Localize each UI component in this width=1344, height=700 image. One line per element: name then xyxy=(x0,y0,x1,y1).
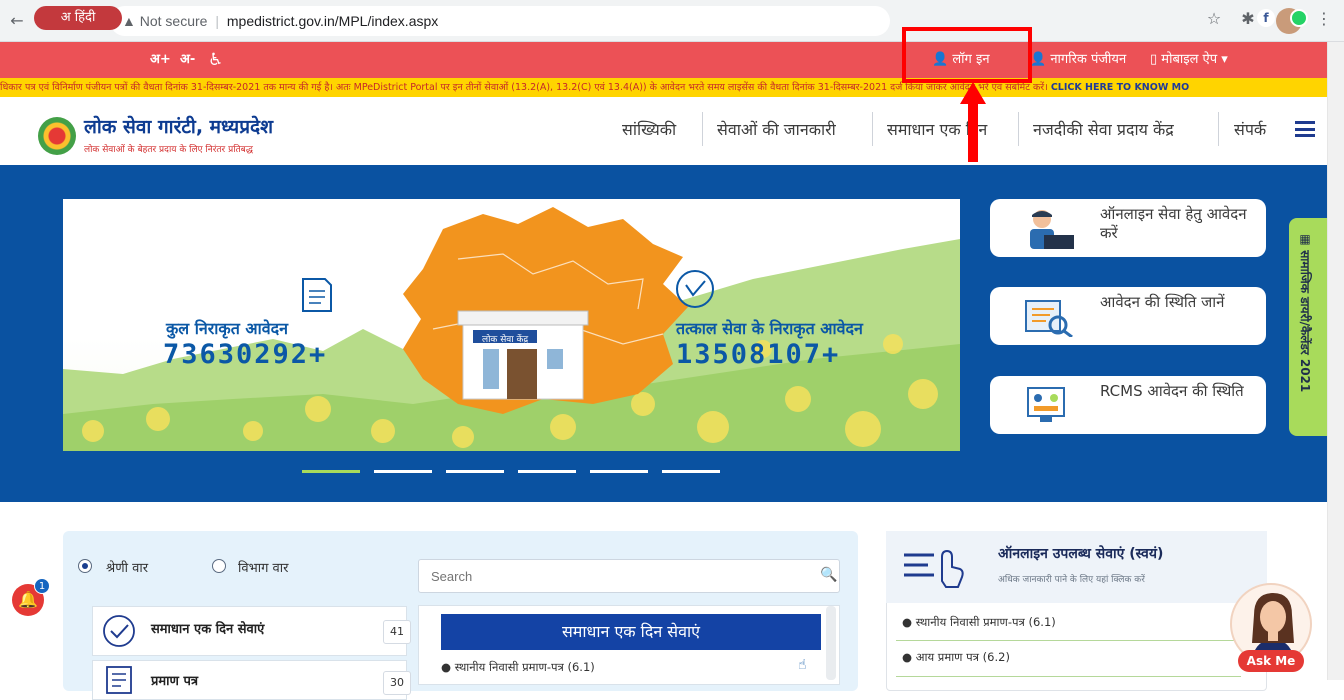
click-hand-icon[interactable]: ☝ xyxy=(798,657,807,673)
warning-icon: ▲ xyxy=(122,13,136,29)
site-title[interactable]: लोक सेवा गारंटी, मध्यप्रदेश xyxy=(84,113,273,139)
font-increase-button[interactable]: अ+ xyxy=(150,42,171,78)
facebook-icon[interactable]: f xyxy=(1257,9,1275,27)
stat-instant-value: 13508107+ xyxy=(676,339,841,370)
red-up-arrow xyxy=(960,82,986,162)
mobile-app-dropdown[interactable]: ▯ मोबाइल ऐप ▾ xyxy=(1150,42,1228,78)
online-service-item[interactable]: ● स्थानीय निवासी प्रमाण-पत्र (6.1) xyxy=(902,615,1056,630)
address-divider: | xyxy=(215,13,219,29)
item-divider xyxy=(896,676,1241,677)
ticker-text: धिकार पत्र एवं विनिर्माण पंजीयन पत्रों क… xyxy=(0,82,1048,93)
nav-contact[interactable]: संपर्क xyxy=(1234,118,1266,140)
stat-total-label: कुल निराकृत आवेदन xyxy=(166,319,289,338)
bullet-icon: ● xyxy=(902,650,913,664)
site-logo[interactable] xyxy=(38,117,76,155)
application-status-label: आवेदन की स्थिति जानें xyxy=(1100,293,1225,311)
nav-divider xyxy=(702,112,703,146)
hero-slide[interactable]: लोक सेवा केंद्र कुल निराकृत आवेदन 736302… xyxy=(63,199,960,451)
category-count: 41 xyxy=(383,620,411,644)
handshake-icon xyxy=(103,615,135,647)
security-status: Not secure xyxy=(139,13,208,29)
menu-hand-icon xyxy=(904,549,964,588)
stat-total-value: 73630292+ xyxy=(163,339,328,370)
online-services-title: ऑनलाइन उपलब्ध सेवाएं (स्वयं) xyxy=(998,546,1164,562)
status-magnifier-icon xyxy=(1025,300,1073,337)
notification-badge: 1 xyxy=(34,578,50,594)
certificate-icon xyxy=(106,666,132,694)
list-scrollbar[interactable] xyxy=(826,606,836,680)
site-tagline: लोक सेवाओं के बेहतर प्रदाय के लिए निरंतर… xyxy=(84,145,253,155)
nav-services-info[interactable]: सेवाओं की जानकारी xyxy=(717,118,836,140)
calendar-icon: ▦ xyxy=(1298,232,1312,251)
accessibility-icon[interactable]: ♿ xyxy=(208,42,223,78)
stat-instant-label: तत्काल सेवा के निराकृत आवेदन xyxy=(676,319,863,338)
nav-divider xyxy=(872,112,873,146)
login-highlight-box xyxy=(902,27,1032,83)
back-arrow-icon[interactable]: ← xyxy=(6,10,28,32)
page-scrollbar[interactable] xyxy=(1327,42,1344,680)
slide-indicator-1[interactable] xyxy=(302,470,360,473)
hamburger-menu-icon[interactable] xyxy=(1295,121,1315,137)
nav-divider xyxy=(1018,112,1019,146)
slide-indicator-5[interactable] xyxy=(590,470,648,473)
nav-statistics[interactable]: सांख्यिकी xyxy=(622,118,676,140)
font-decrease-button[interactable]: अ- xyxy=(180,42,195,78)
apply-online-label: ऑनलाइन सेवा हेतु आवेदन करें xyxy=(1100,205,1247,242)
browser-menu-icon[interactable]: ⋮ xyxy=(1312,9,1336,28)
rcms-monitor-icon xyxy=(1027,387,1065,422)
calendar-tab[interactable]: ▦ सामाजिक डायरी/कैलेंडर 2021 xyxy=(1289,218,1327,436)
service-list-item-label: स्थानीय निवासी प्रमाण-पत्र (6.1) xyxy=(454,660,595,674)
online-service-label: स्थानीय निवासी प्रमाण-पत्र (6.1) xyxy=(915,615,1056,629)
news-ticker: धिकार पत्र एवं विनिर्माण पंजीयन पत्रों क… xyxy=(0,78,1327,97)
search-input[interactable] xyxy=(418,559,840,593)
url-text: mpedistrict.gov.in/MPL/index.aspx xyxy=(226,13,439,29)
category-item-certificates[interactable]: प्रमाण पत्र 30 xyxy=(92,660,411,700)
bookmark-star-icon[interactable]: ☆ xyxy=(1202,9,1226,28)
nav-divider xyxy=(1218,112,1219,146)
radio-department-label: विभाग वार xyxy=(238,561,289,576)
category-label: प्रमाण पत्र xyxy=(151,674,199,689)
language-icon: अ xyxy=(60,10,71,25)
category-count: 30 xyxy=(383,671,411,695)
rcms-status-label: RCMS आवेदन की स्थिति xyxy=(1100,382,1244,400)
ask-me-button[interactable]: Ask Me xyxy=(1238,650,1304,672)
caret-down-icon: ▾ xyxy=(1221,52,1228,67)
online-services-subtitle: अधिक जानकारी पाने के लिए यहां क्लिक करें xyxy=(998,575,1145,585)
slide-indicator-2[interactable] xyxy=(374,470,432,473)
bullet-icon: ● xyxy=(441,660,452,674)
online-service-label: आय प्रमाण पत्र (6.2) xyxy=(915,650,1010,664)
user-icon: 👤 xyxy=(1030,52,1047,67)
mobile-app-label: मोबाइल ऐप xyxy=(1161,52,1218,67)
radio-category[interactable] xyxy=(78,559,92,573)
citizen-register-label: नागरिक पंजीयन xyxy=(1050,52,1127,67)
slide-indicator-3[interactable] xyxy=(446,470,504,473)
slide-indicator-6[interactable] xyxy=(662,470,720,473)
search-icon[interactable]: 🔍 xyxy=(820,567,837,583)
apply-online-card[interactable]: ऑनलाइन सेवा हेतु आवेदन करें xyxy=(990,199,1266,257)
application-status-card[interactable]: आवेदन की स्थिति जानें xyxy=(990,287,1266,345)
address-bar[interactable]: ▲ Not secure | mpedistrict.gov.in/MPL/in… xyxy=(110,6,890,36)
item-divider xyxy=(896,640,1241,641)
utility-bar xyxy=(0,42,1327,78)
bullet-icon: ● xyxy=(902,615,913,629)
category-item-samadhan[interactable]: समाधान एक दिन सेवाएं 41 xyxy=(92,606,411,656)
language-toggle-button[interactable]: अ हिंदी xyxy=(34,6,122,30)
rcms-status-card[interactable]: RCMS आवेदन की स्थिति xyxy=(990,376,1266,434)
language-label: हिंदी xyxy=(74,10,96,25)
service-list-item[interactable]: ● स्थानीय निवासी प्रमाण-पत्र (6.1) xyxy=(441,660,595,675)
service-list-title: समाधान एक दिन सेवाएं xyxy=(441,614,821,650)
slide-indicator-4[interactable] xyxy=(518,470,576,473)
person-laptop-icon xyxy=(1030,210,1074,249)
building-sign: लोक सेवा केंद्र xyxy=(482,335,529,345)
citizen-register-link[interactable]: 👤 नागरिक पंजीयन xyxy=(1030,42,1126,78)
radio-category-label: श्रेणी वार xyxy=(106,561,149,576)
ticker-cta-link[interactable]: CLICK HERE TO KNOW MO xyxy=(1051,82,1189,93)
calendar-tab-label: सामाजिक डायरी/कैलेंडर 2021 xyxy=(1298,250,1312,393)
mobile-icon: ▯ xyxy=(1150,52,1158,67)
radio-department[interactable] xyxy=(212,559,226,573)
category-label: समाधान एक दिन सेवाएं xyxy=(151,622,265,637)
online-service-item[interactable]: ● आय प्रमाण पत्र (6.2) xyxy=(902,650,1010,665)
nav-nearby-centers[interactable]: नजदीकी सेवा प्रदाय केंद्र xyxy=(1033,118,1174,140)
whatsapp-icon[interactable] xyxy=(1290,9,1308,27)
